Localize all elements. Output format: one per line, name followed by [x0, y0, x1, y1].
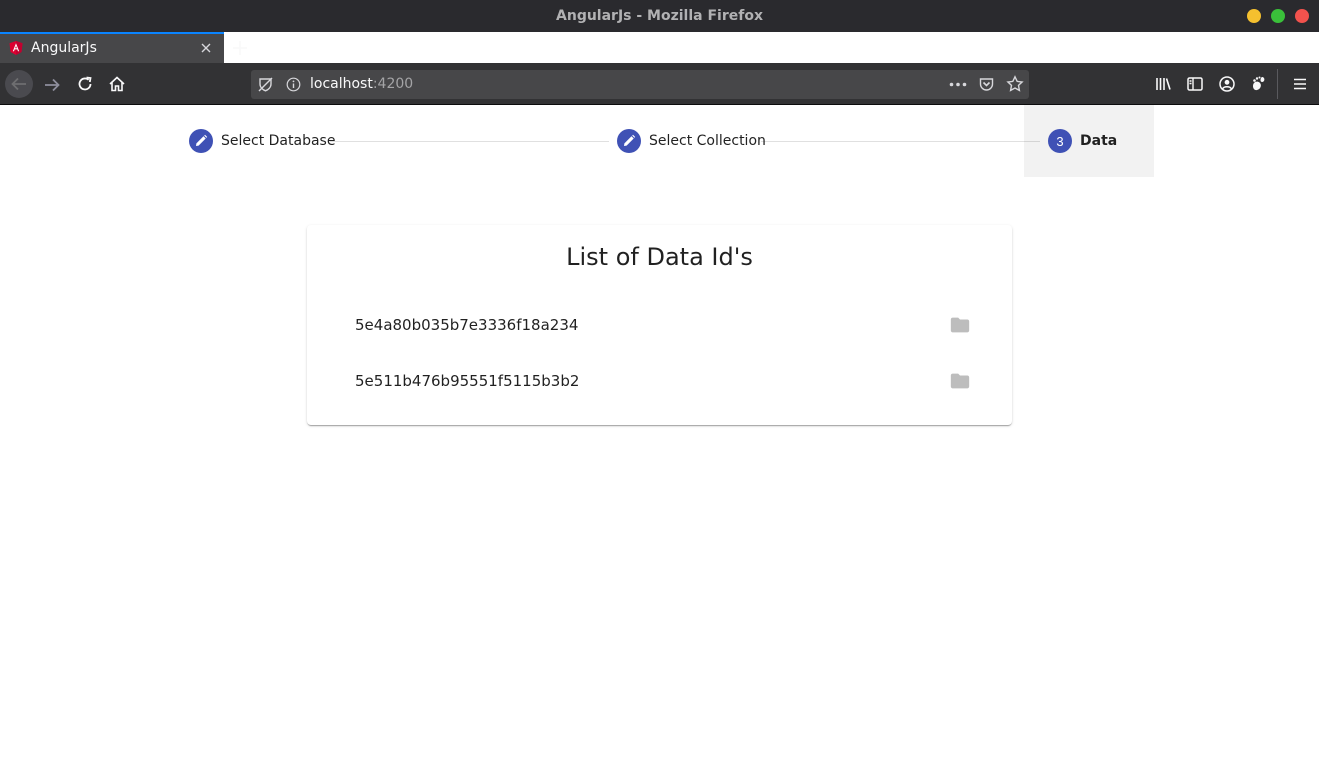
step-connector — [761, 141, 1040, 142]
pocket-icon[interactable] — [978, 76, 995, 93]
card-title: List of Data Id's — [566, 243, 753, 271]
page-content: Select Database Select Collection 3 Data… — [0, 105, 1319, 768]
data-id: 5e511b476b95551f5115b3b2 — [355, 372, 580, 390]
close-window-button[interactable] — [1295, 9, 1309, 23]
navigation-toolbar: localhost:4200 — [0, 63, 1319, 105]
back-button[interactable] — [5, 70, 33, 98]
data-list-card: List of Data Id's 5e4a80b035b7e3336f18a2… — [307, 225, 1012, 425]
back-arrow-icon — [11, 77, 26, 91]
reload-icon[interactable] — [76, 75, 94, 93]
tab-title: AngularJs — [31, 40, 97, 56]
forward-arrow-icon[interactable] — [43, 77, 61, 93]
step-select-database[interactable]: Select Database — [189, 129, 335, 153]
window-title: AngularJs - Mozilla Firefox — [556, 8, 763, 24]
library-icon[interactable] — [1154, 75, 1172, 93]
data-id: 5e4a80b035b7e3336f18a234 — [355, 316, 579, 334]
close-tab-icon[interactable] — [199, 41, 213, 55]
step-number: 3 — [1048, 129, 1072, 153]
maximize-button[interactable] — [1271, 9, 1285, 23]
toolbar-divider — [1277, 69, 1278, 99]
menu-hamburger-icon[interactable] — [1291, 75, 1309, 93]
stepper: Select Database Select Collection 3 Data — [0, 105, 1319, 177]
minimize-button[interactable] — [1247, 9, 1261, 23]
new-tab-icon[interactable] — [231, 39, 249, 57]
tracking-protection-icon[interactable] — [257, 76, 274, 93]
url-port: :4200 — [372, 76, 414, 92]
gnome-extension-icon[interactable] — [1250, 75, 1268, 93]
bookmark-star-icon[interactable] — [1006, 75, 1024, 93]
step-connector — [330, 141, 609, 142]
list-item[interactable]: 5e4a80b035b7e3336f18a234 — [307, 297, 1012, 353]
step-data[interactable]: 3 Data — [1048, 129, 1117, 153]
step-label: Select Database — [221, 133, 336, 149]
list-item[interactable]: 5e511b476b95551f5115b3b2 — [307, 353, 1012, 409]
page-actions-icon[interactable] — [949, 82, 967, 87]
home-icon[interactable] — [108, 75, 126, 93]
window-titlebar: AngularJs - Mozilla Firefox — [0, 0, 1319, 32]
url-text[interactable]: localhost:4200 — [310, 76, 413, 92]
url-bar[interactable]: localhost:4200 — [251, 70, 1029, 99]
site-info-icon[interactable] — [286, 77, 301, 92]
step-circle — [617, 129, 641, 153]
account-icon[interactable] — [1218, 75, 1236, 93]
step-label: Data — [1080, 133, 1118, 149]
folder-icon[interactable] — [949, 314, 971, 336]
list-item — [307, 418, 1012, 474]
url-host: localhost — [310, 76, 373, 92]
edit-icon — [196, 134, 208, 146]
angular-icon — [9, 41, 23, 55]
browser-tab[interactable]: AngularJs — [0, 32, 224, 63]
step-circle — [189, 129, 213, 153]
edit-icon — [624, 134, 636, 146]
step-select-collection[interactable]: Select Collection — [617, 129, 766, 153]
folder-icon[interactable] — [949, 370, 971, 392]
step-label: Select Collection — [649, 133, 766, 149]
sidebar-icon[interactable] — [1186, 75, 1204, 93]
